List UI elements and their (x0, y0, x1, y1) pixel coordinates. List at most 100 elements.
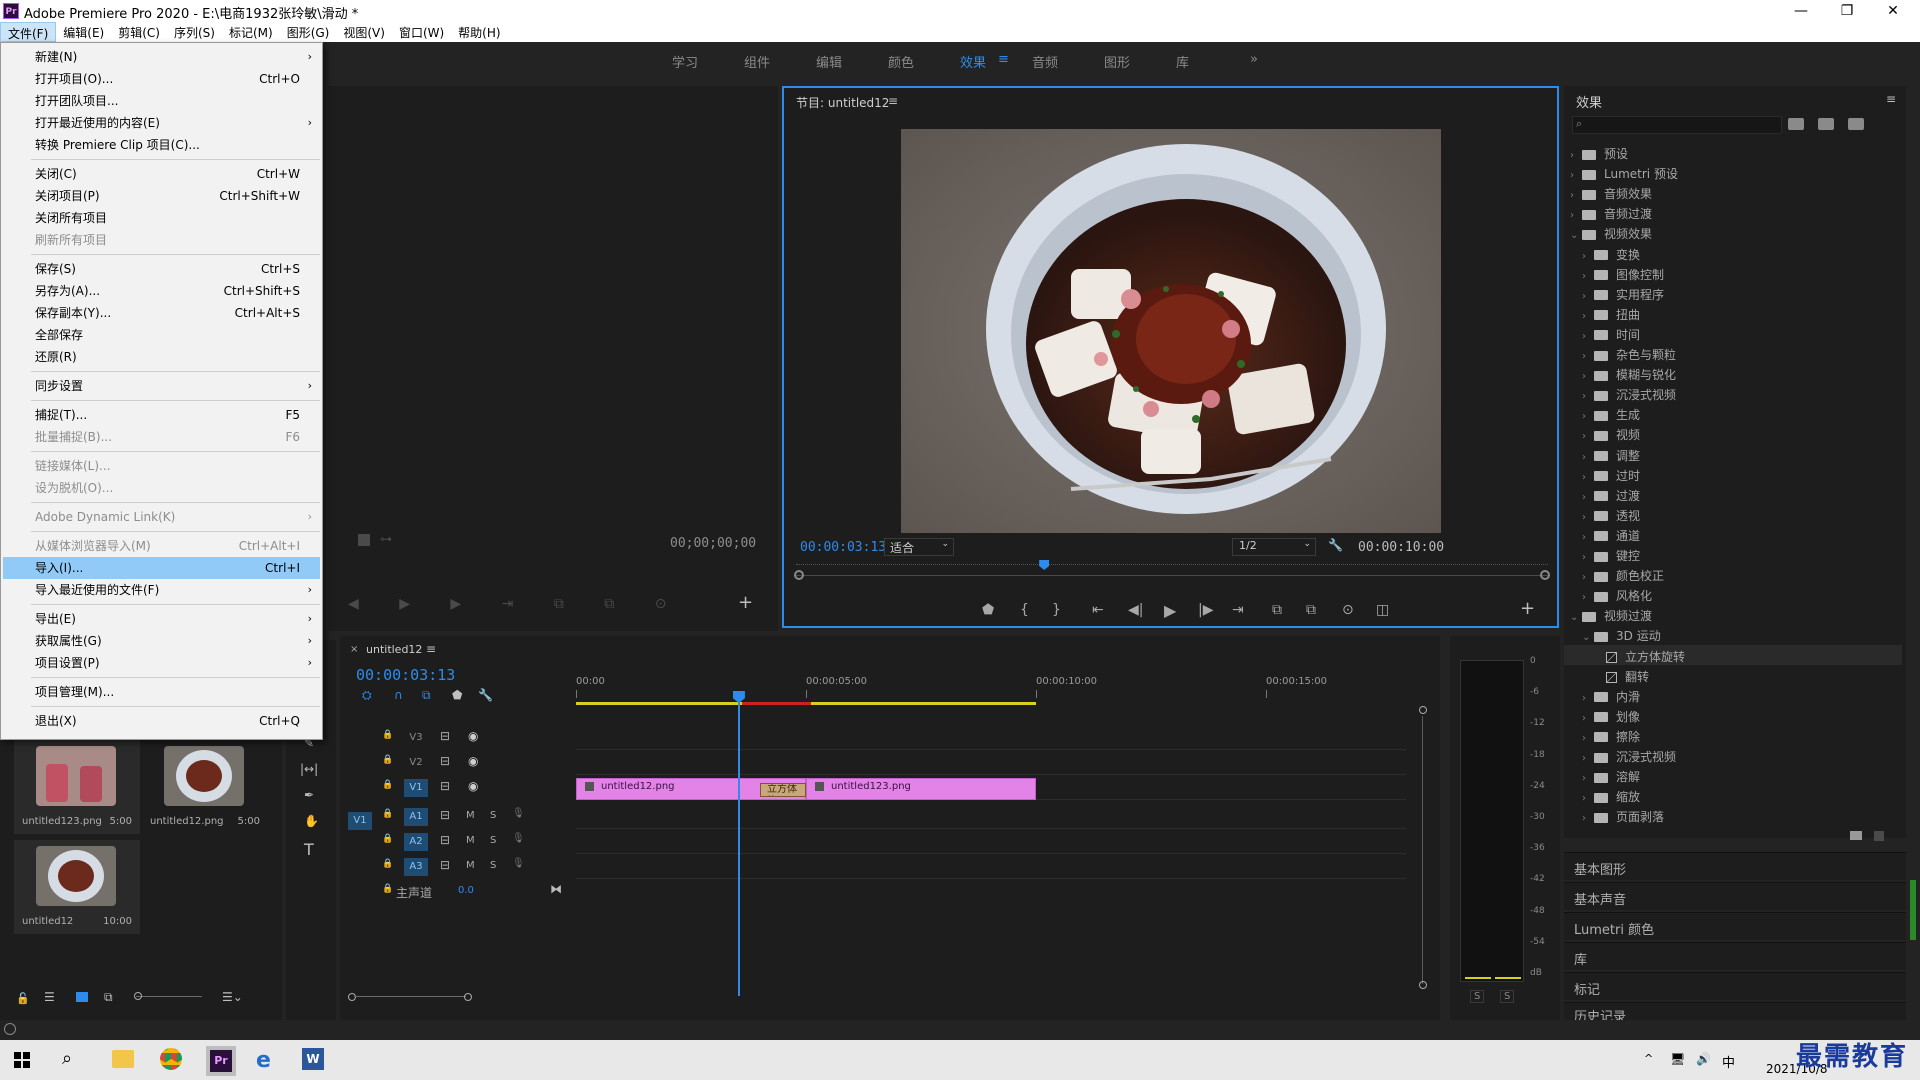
zoom-slider[interactable] (136, 996, 202, 997)
icon-view-icon[interactable] (76, 992, 88, 1002)
list-view-icon[interactable]: ☰ (44, 990, 55, 1004)
file-menu-item[interactable]: 全部保存 (3, 324, 320, 346)
track-target-v2[interactable]: V2 (404, 754, 428, 772)
premiere-taskbar-item[interactable]: Pr (206, 1046, 236, 1076)
file-menu-item[interactable]: 另存为(A)... Ctrl+Shift+S (3, 280, 320, 302)
menu-edit[interactable]: 编辑(E) (56, 22, 111, 42)
add-marker-icon[interactable]: ⬟ (452, 688, 462, 702)
effects-panel-title[interactable]: 效果 (1576, 92, 1602, 111)
timeline-tab[interactable]: untitled12 (366, 643, 422, 656)
effects-tree-item[interactable]: › 沉浸式视频 (1564, 383, 1902, 403)
source-patch-v1[interactable]: V1 (348, 812, 372, 830)
program-time-ruler[interactable] (796, 562, 1548, 568)
workspace-tab-color[interactable]: 颜色 (888, 52, 914, 71)
slip-tool-icon[interactable]: |↔| (300, 762, 318, 776)
mute-button[interactable]: M (466, 810, 475, 821)
effects-tree-item[interactable]: › 过时 (1564, 464, 1902, 484)
menu-marker[interactable]: 标记(M) (222, 22, 280, 42)
chevron-right-icon[interactable]: › (1582, 572, 1594, 583)
effects-tree-item[interactable]: › 变换 (1564, 243, 1902, 263)
mark-out-icon[interactable]: } (1052, 602, 1061, 618)
effects-tree-item[interactable]: › 扭曲 (1564, 303, 1902, 323)
effects-tree-item[interactable]: › 缩放 (1564, 785, 1902, 805)
solo-button[interactable]: S (490, 810, 496, 821)
chevron-down-icon[interactable]: ⌄ (1570, 230, 1582, 241)
program-menu-icon[interactable]: ≡ (888, 94, 898, 108)
effects-tree-item[interactable]: 翻转 (1564, 665, 1902, 685)
sort-icon[interactable]: ☰⌄ (222, 990, 243, 1004)
timeline-transition[interactable]: 立方体旋 (760, 783, 806, 797)
word-icon[interactable]: W (302, 1048, 324, 1070)
effects-tree-item[interactable]: 立方体旋转 (1564, 644, 1902, 665)
go-to-out-icon[interactable]: ⇥ (1232, 602, 1244, 618)
workspace-menu-icon[interactable]: ≡ (998, 52, 1009, 67)
chevron-right-icon[interactable]: › (1582, 492, 1594, 503)
file-menu-item[interactable]: 导入最近使用的文件(F) › (3, 579, 320, 601)
close-button[interactable]: ✕ (1870, 0, 1916, 22)
lock-icon[interactable]: 🔒 (382, 755, 393, 765)
wrench-icon[interactable]: 🔧 (478, 688, 493, 702)
new-bin-icon[interactable] (1850, 831, 1862, 840)
file-menu-item[interactable]: 退出(X) Ctrl+Q (3, 710, 320, 732)
timeline-timecode[interactable]: 00:00:03:13 (356, 666, 455, 684)
file-menu-item[interactable]: 保存(S) Ctrl+S (3, 258, 320, 280)
workspace-tab-graphics[interactable]: 图形 (1104, 52, 1130, 71)
lift-icon[interactable]: ⧉ (1272, 602, 1282, 618)
chevron-right-icon[interactable]: › (1582, 552, 1594, 563)
fit-dropdown[interactable]: 适合 ⌄ (884, 538, 954, 556)
lumetri-color-panel[interactable]: Lumetri 颜色 (1564, 912, 1906, 940)
chevron-right-icon[interactable]: › (1582, 271, 1594, 282)
effects-tree-item[interactable]: › 颜色校正 (1564, 564, 1902, 584)
history-panel[interactable]: 历史记录 (1564, 1002, 1906, 1025)
source-transport-controls[interactable]: ◀ ▶ ▶ ⇥ ⧉ ⧉ ⊙ (348, 596, 684, 612)
volume-icon[interactable]: 🔊 (1696, 1052, 1711, 1066)
timeline-clip[interactable]: untitled123.png (806, 778, 1036, 800)
lock-icon[interactable]: 🔒 (382, 834, 393, 844)
file-menu-item[interactable]: 同步设置 › (3, 375, 320, 397)
menu-help[interactable]: 帮助(H) (451, 22, 507, 42)
h-scroll-left-handle[interactable] (348, 993, 356, 1001)
effects-tree-item[interactable]: › 透视 (1564, 504, 1902, 524)
effects-tree-item[interactable]: ⌄ 视频过渡 (1564, 604, 1902, 624)
effects-tree-item[interactable]: › 内滑 (1564, 685, 1902, 705)
chevron-right-icon[interactable]: › (1582, 411, 1594, 422)
chevron-right-icon[interactable]: › (1582, 291, 1594, 302)
edge-icon[interactable]: e (256, 1048, 271, 1073)
sync-lock-icon[interactable]: ⊟ (440, 833, 450, 847)
h-scroll-bar[interactable] (354, 996, 466, 997)
close-tab-icon[interactable]: × (350, 644, 358, 655)
chevron-right-icon[interactable]: › (1570, 170, 1582, 181)
sync-lock-icon[interactable]: ⊟ (440, 729, 450, 743)
file-menu-item[interactable]: 项目设置(P) › (3, 652, 320, 674)
v-scroll-top-handle[interactable] (1419, 706, 1427, 714)
chrome-icon[interactable] (160, 1048, 182, 1070)
workspace-tab-effects[interactable]: 效果 (960, 52, 986, 71)
workspace-tab-editing[interactable]: 编辑 (816, 52, 842, 71)
effects-menu-icon[interactable]: ≡ (1886, 92, 1896, 106)
effects-tree-item[interactable]: › 键控 (1564, 544, 1902, 564)
sync-lock-icon[interactable]: ⊟ (440, 858, 450, 872)
sync-lock-icon[interactable]: ⊟ (440, 754, 450, 768)
ime-indicator[interactable]: 中 (1722, 1052, 1735, 1071)
chevron-down-icon[interactable]: ⌄ (1570, 612, 1582, 623)
master-track-value[interactable]: 0.0 (458, 885, 474, 896)
chevron-right-icon[interactable]: › (1582, 532, 1594, 543)
comparison-view-icon[interactable]: ◫ (1376, 602, 1389, 618)
effects-tree-item[interactable]: ⌄ 视频效果 (1564, 222, 1902, 242)
essential-graphics-panel[interactable]: 基本图形 (1564, 852, 1906, 880)
add-marker-icon[interactable]: ⬟ (982, 602, 994, 618)
file-menu-item[interactable]: 打开团队项目... (3, 90, 320, 112)
chevron-right-icon[interactable]: › (1582, 251, 1594, 262)
project-item[interactable]: untitled12.png 5:00 (142, 740, 268, 834)
play-icon[interactable]: ▶ (1164, 601, 1176, 620)
chevron-right-icon[interactable]: › (1582, 371, 1594, 382)
menu-file[interactable]: 文件(F) (0, 22, 57, 42)
source-settings-icon[interactable] (358, 534, 370, 546)
eye-icon[interactable]: ◉ (468, 754, 478, 768)
accelerated-effects-icon[interactable] (1788, 118, 1804, 130)
effects-tree-item[interactable]: › 划像 (1564, 705, 1902, 725)
pen-tool-icon[interactable]: ✒ (304, 788, 314, 802)
source-add-button-icon[interactable]: + (738, 592, 753, 613)
microphone-icon[interactable]: 🎙 (512, 833, 525, 844)
freeform-view-icon[interactable]: ⧉ (104, 990, 113, 1005)
